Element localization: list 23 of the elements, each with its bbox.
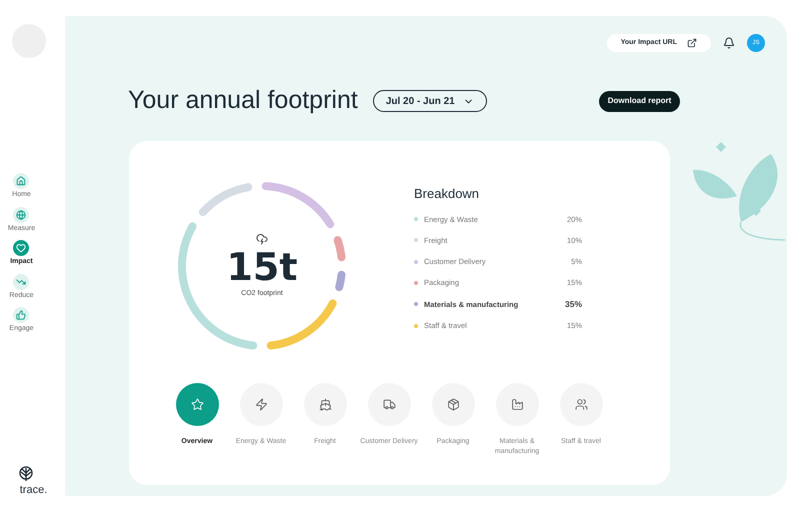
thumbs-up-icon — [16, 310, 26, 320]
external-link-icon — [687, 38, 697, 48]
star-icon — [190, 398, 204, 411]
page-title: Your annual footprint — [128, 85, 358, 116]
tree-logo-icon — [18, 466, 34, 482]
box-icon — [446, 398, 460, 411]
legend-percent: 35% — [564, 298, 582, 311]
ship-icon — [318, 398, 332, 411]
logo-text: trace. — [20, 482, 48, 498]
cloud-lightning-icon — [256, 232, 268, 245]
people-icon — [574, 398, 588, 411]
factory-icon — [510, 398, 524, 411]
home-icon — [16, 176, 26, 186]
download-report-button[interactable]: Download report — [598, 90, 680, 112]
lightning-icon — [254, 398, 268, 411]
trend-down-icon — [16, 276, 26, 286]
heart-icon — [16, 243, 26, 253]
period-dropdown[interactable]: Jul 20 - Jun 21 — [372, 90, 487, 112]
truck-icon — [382, 398, 396, 411]
notification-icon[interactable] — [723, 37, 735, 49]
breakdown-title: Breakdown — [414, 185, 480, 203]
globe-icon — [16, 210, 26, 220]
footprint-value: 15t — [226, 244, 298, 289]
